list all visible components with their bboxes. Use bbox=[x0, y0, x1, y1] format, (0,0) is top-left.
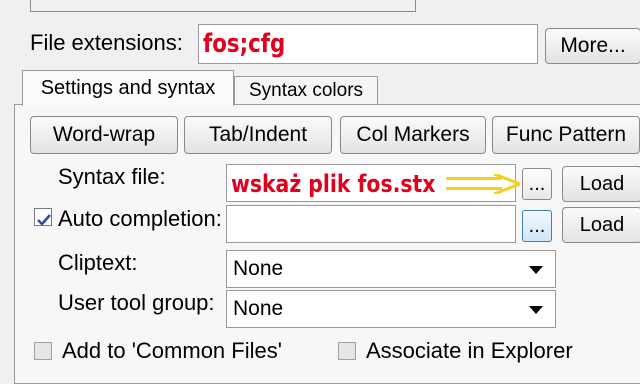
more-button[interactable]: More... bbox=[545, 28, 640, 64]
user-tool-group-label: User tool group: bbox=[58, 290, 215, 315]
user-tool-group-select[interactable]: None bbox=[226, 290, 556, 328]
tab-indent-button[interactable]: Tab/Indent bbox=[184, 116, 332, 154]
chevron-down-icon bbox=[529, 266, 543, 274]
col-markers-button[interactable]: Col Markers bbox=[340, 116, 486, 154]
auto-completion-checkbox[interactable] bbox=[34, 208, 52, 226]
associate-explorer-checkbox[interactable] bbox=[338, 342, 356, 360]
previous-group-frame bbox=[30, 0, 416, 12]
syntax-file-label: Syntax file: bbox=[58, 164, 166, 189]
user-tool-group-value: None bbox=[233, 297, 284, 320]
auto-completion-browse-button[interactable]: ... bbox=[522, 210, 552, 242]
tab-syntax-colors[interactable]: Syntax colors bbox=[234, 76, 378, 104]
syntax-file-load-button[interactable]: Load bbox=[562, 166, 640, 202]
file-extensions-label: File extensions: bbox=[30, 30, 183, 55]
chevron-down-icon bbox=[529, 306, 543, 314]
pointer-arrow-icon bbox=[446, 174, 520, 194]
func-pattern-button[interactable]: Func Pattern bbox=[492, 116, 640, 154]
syntax-file-annotation: wskaż plik fos.stx bbox=[231, 170, 436, 198]
cliptext-select[interactable]: None bbox=[226, 250, 556, 288]
common-files-checkbox[interactable] bbox=[34, 342, 52, 360]
syntax-file-browse-button[interactable]: ... bbox=[522, 168, 552, 200]
associate-explorer-label: Associate in Explorer bbox=[366, 338, 573, 363]
auto-completion-label: Auto completion: bbox=[58, 206, 222, 231]
cliptext-value: None bbox=[233, 257, 284, 280]
cliptext-label: Cliptext: bbox=[58, 250, 138, 275]
tab-settings-and-syntax[interactable]: Settings and syntax bbox=[22, 70, 234, 106]
checkmark-icon bbox=[37, 214, 51, 226]
auto-completion-load-button[interactable]: Load bbox=[562, 207, 640, 243]
file-extensions-field[interactable]: fos;cfg bbox=[198, 24, 538, 64]
auto-completion-field[interactable] bbox=[226, 205, 516, 243]
word-wrap-button[interactable]: Word-wrap bbox=[30, 116, 178, 154]
common-files-label: Add to 'Common Files' bbox=[62, 338, 282, 363]
